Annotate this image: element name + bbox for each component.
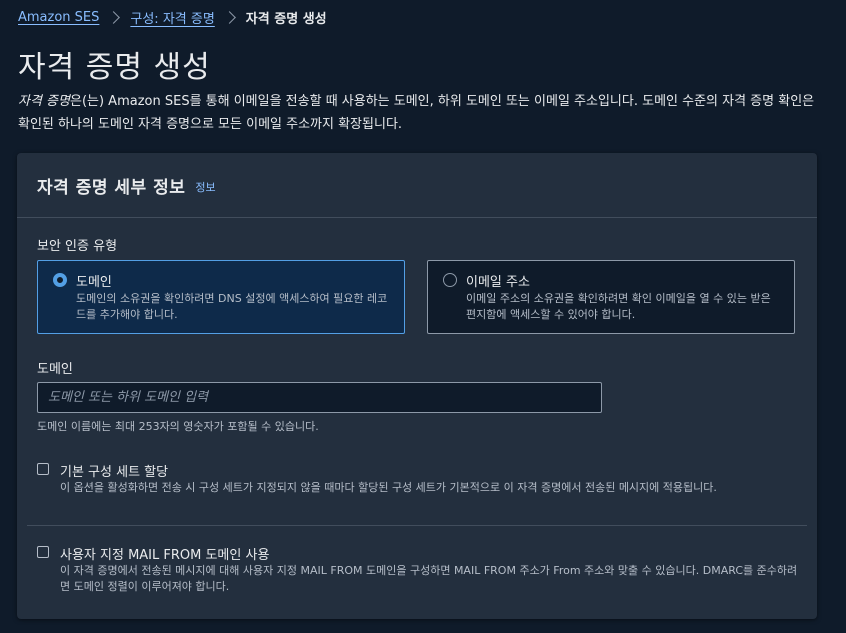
- mail-from-checkbox[interactable]: [37, 546, 49, 558]
- option-title: 도메인: [76, 275, 112, 290]
- chevron-right-icon: [107, 11, 121, 24]
- breadcrumb-current: 자격 증명 생성: [245, 12, 327, 27]
- page-description-emphasis: 자격 증명: [18, 94, 70, 109]
- panel-header: 자격 증명 세부 정보 정보: [17, 153, 817, 218]
- breadcrumb: Amazon SES 구성: 자격 증명 자격 증명 생성: [18, 8, 327, 27]
- radio-selected-icon[interactable]: [53, 273, 67, 287]
- option-description: 도메인의 소유권을 확인하려면 DNS 설정에 액세스하여 필요한 레코드를 추…: [76, 292, 388, 321]
- panel-title: 자격 증명 세부 정보: [37, 177, 186, 198]
- domain-constraint-text: 도메인 이름에는 최대 253자의 영숫자가 포함될 수 있습니다.: [37, 420, 319, 433]
- page: Amazon SES 구성: 자격 증명 자격 증명 생성 자격 증명 생성 자…: [0, 0, 846, 633]
- identity-details-panel: 자격 증명 세부 정보 정보 보안 인증 유형 도메인 도메인의 소유권을 확인…: [17, 153, 817, 619]
- radio-unselected-icon[interactable]: [443, 273, 457, 287]
- page-title: 자격 증명 생성: [18, 50, 211, 85]
- breadcrumb-amazon-ses[interactable]: Amazon SES: [18, 10, 99, 25]
- domain-label: 도메인: [37, 362, 73, 377]
- chevron-right-icon: [222, 11, 236, 24]
- identity-type-domain-option[interactable]: 도메인 도메인의 소유권을 확인하려면 DNS 설정에 액세스하여 필요한 레코…: [37, 260, 405, 334]
- default-config-set-description: 이 옵션을 활성화하면 전송 시 구성 세트가 지정되지 않을 때마다 할당된 …: [60, 481, 717, 494]
- identity-type-label: 보안 인증 유형: [37, 239, 118, 254]
- identity-type-email-option[interactable]: 이메일 주소 이메일 주소의 소유권을 확인하려면 확인 이메일을 열 수 있는…: [427, 260, 795, 334]
- page-description: 자격 증명은(는) Amazon SES를 통해 이메일을 전송할 때 사용하는…: [18, 90, 828, 136]
- option-description: 이메일 주소의 소유권을 확인하려면 확인 이메일을 열 수 있는 받은 편지함…: [466, 292, 771, 321]
- page-description-text: 은(는) Amazon SES를 통해 이메일을 전송할 때 사용하는 도메인,…: [18, 94, 815, 132]
- domain-input[interactable]: [37, 382, 602, 413]
- option-title: 이메일 주소: [466, 275, 530, 290]
- info-link[interactable]: 정보: [195, 179, 215, 195]
- divider: [27, 525, 807, 526]
- default-config-set-checkbox[interactable]: [37, 463, 49, 475]
- default-config-set-label[interactable]: 기본 구성 세트 할당: [60, 461, 168, 480]
- mail-from-description: 이 자격 증명에서 전송된 메시지에 대해 사용자 지정 MAIL FROM 도…: [60, 564, 798, 593]
- breadcrumb-identities[interactable]: 구성: 자격 증명: [130, 8, 214, 27]
- mail-from-label[interactable]: 사용자 지정 MAIL FROM 도메인 사용: [60, 544, 269, 563]
